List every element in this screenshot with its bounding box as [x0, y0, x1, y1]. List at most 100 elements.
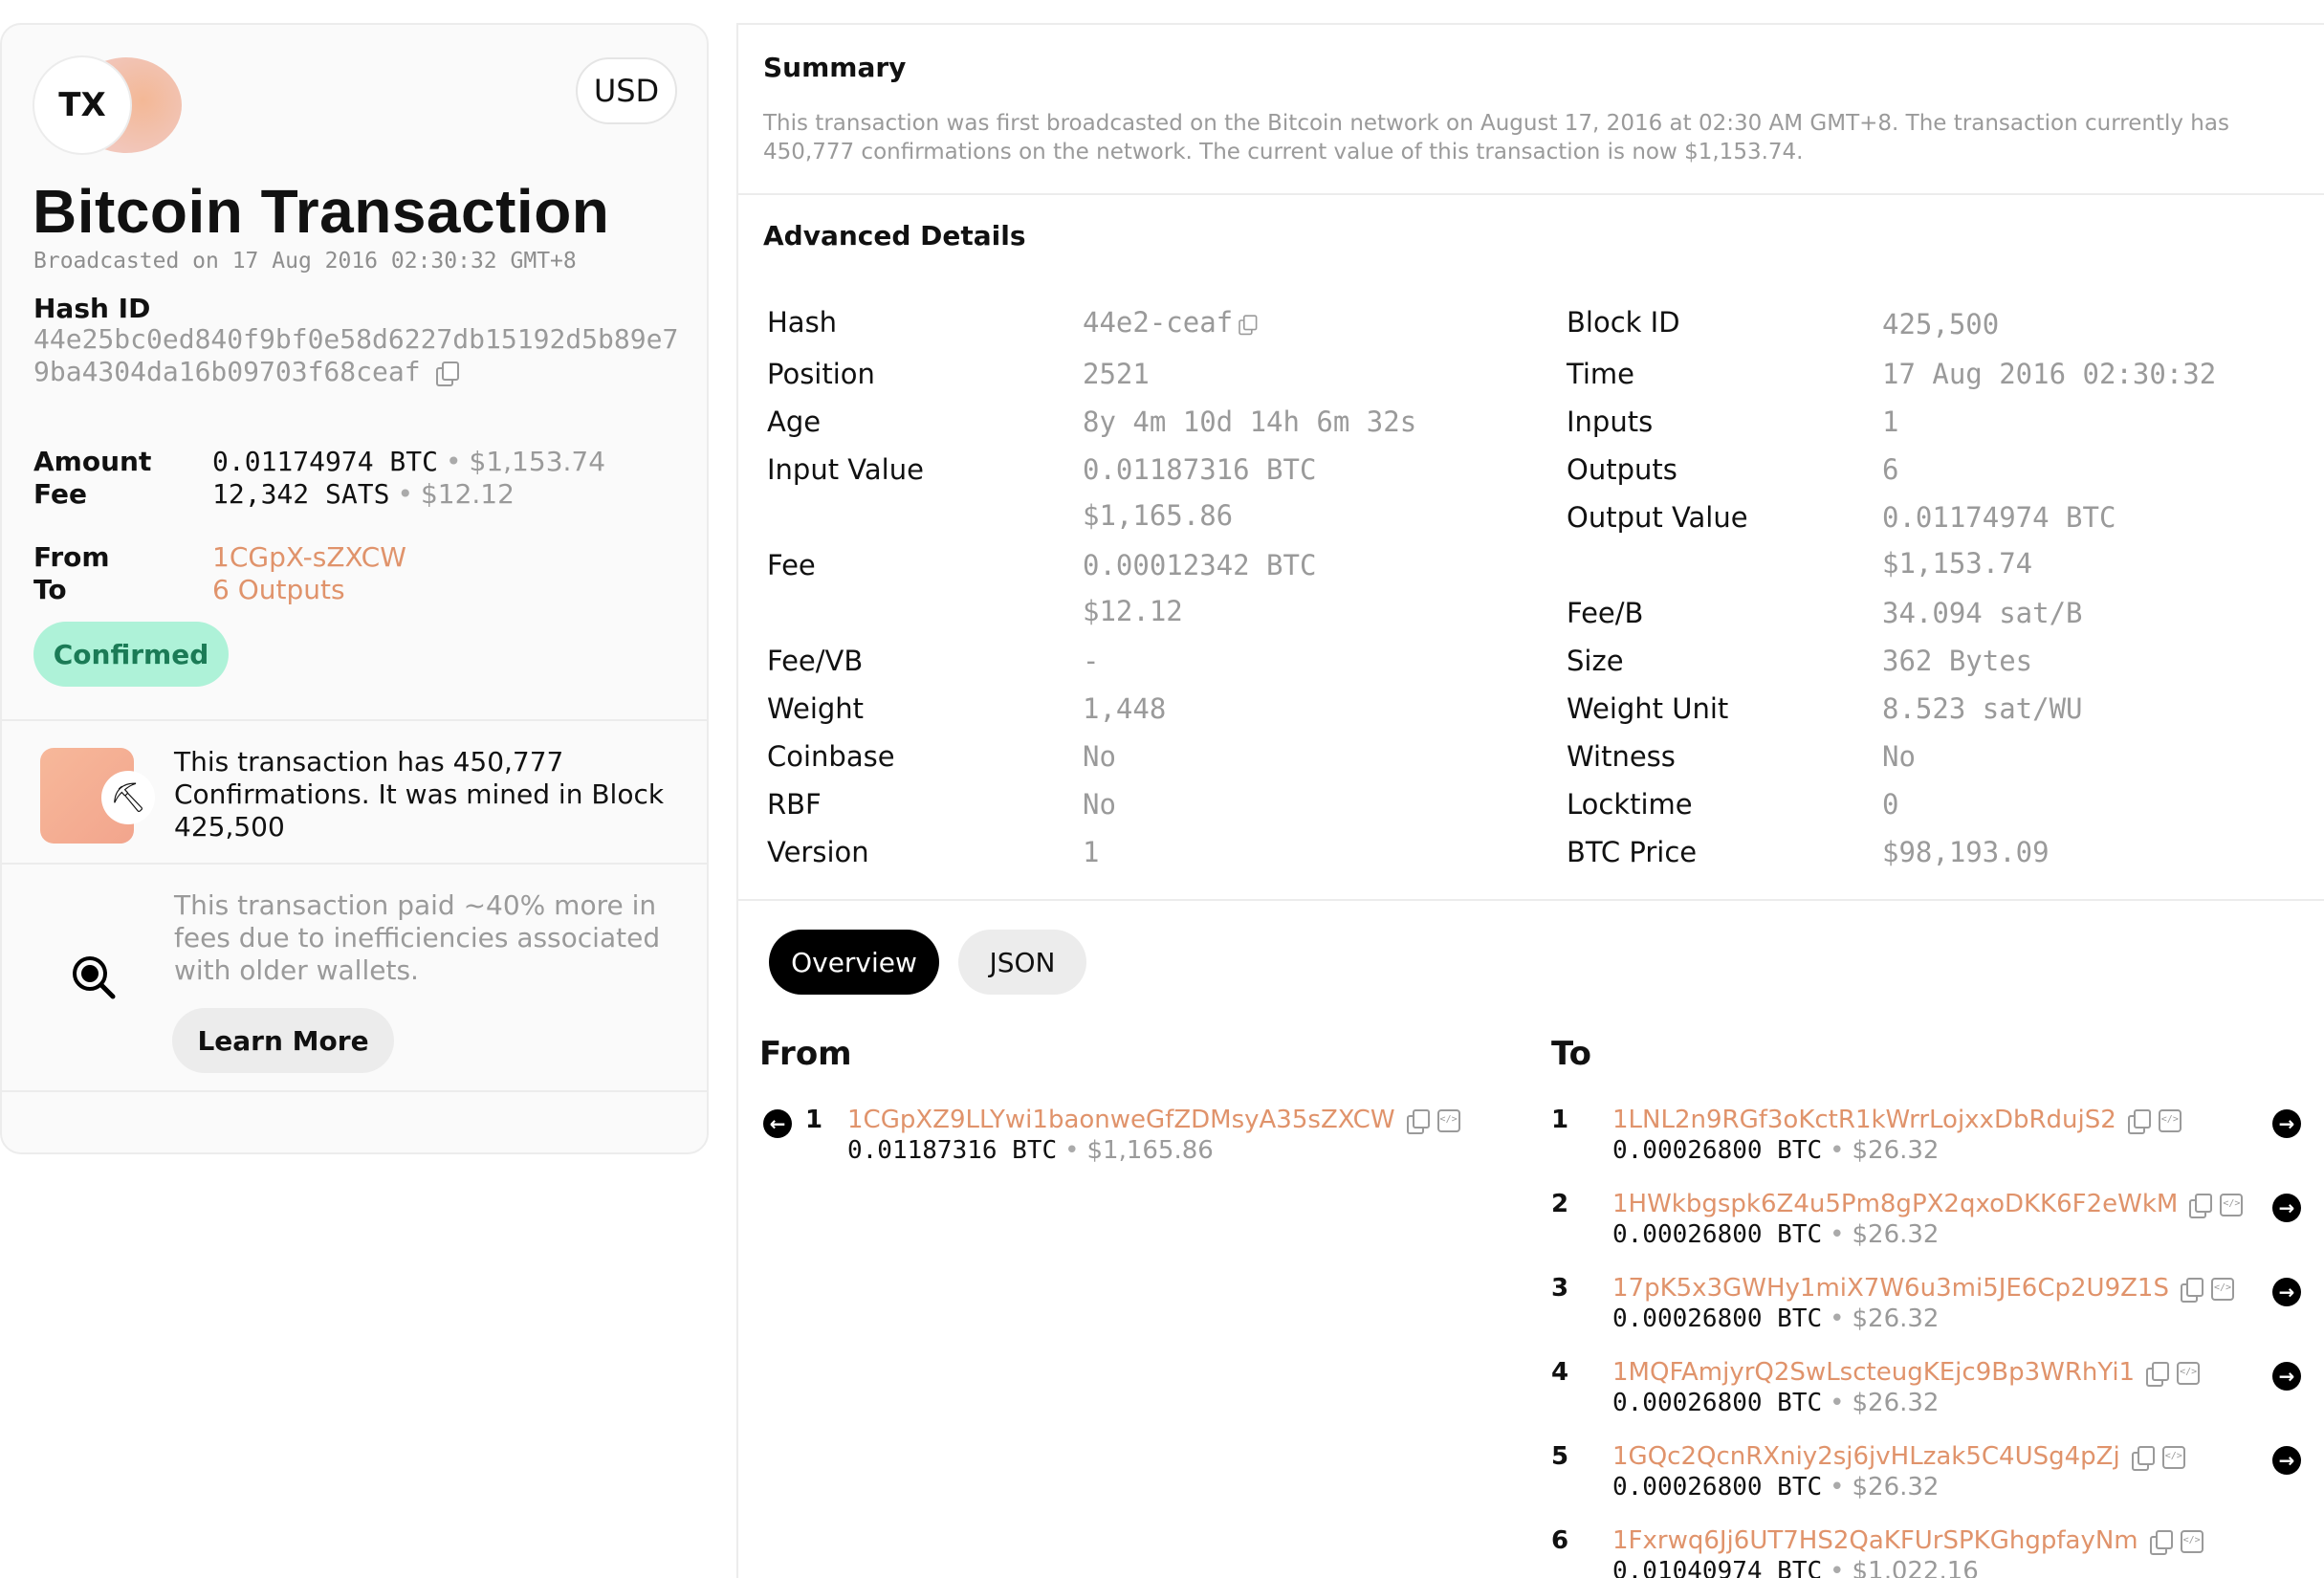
- status-badge: Confirmed: [33, 622, 229, 687]
- arrow-right-icon[interactable]: →: [2272, 1194, 2301, 1222]
- detail-label: Input Value: [767, 453, 924, 486]
- details-panel: Summary This transaction was first broad…: [736, 23, 2324, 1578]
- arrow-right-icon[interactable]: →: [2272, 1362, 2301, 1391]
- code-icon[interactable]: [2161, 1445, 2185, 1469]
- transaction-card: TX USD Bitcoin Transaction Broadcasted o…: [0, 23, 709, 1154]
- detail-value: $12.12: [1083, 595, 1183, 627]
- detail-value: -: [1083, 645, 1100, 677]
- output-address[interactable]: 1LNL2n9RGf3oKctR1kWrrLojxxDbRdujS2: [1612, 1106, 2181, 1134]
- output-address[interactable]: 1GQc2QcnRXniy2sj6jvHLzak5C4USg4pZj: [1612, 1442, 2185, 1471]
- output-usd: $26.32: [1852, 1220, 1940, 1249]
- hash-id-value[interactable]: 44e25bc0ed840f9bf0e58d6227db15192d5b89e7…: [33, 323, 693, 388]
- output-btc: 0.00026800 BTC: [1612, 1473, 1823, 1501]
- output-usd: $26.32: [1852, 1473, 1940, 1501]
- output-btc: 0.01040974 BTC: [1612, 1557, 1823, 1578]
- output-address-text: 1LNL2n9RGf3oKctR1kWrrLojxxDbRdujS2: [1612, 1106, 2116, 1134]
- output-btc: 0.00026800 BTC: [1612, 1304, 1823, 1333]
- input-btc: 0.01187316 BTC: [847, 1136, 1058, 1165]
- amount-btc: 0.01174974 BTC: [212, 446, 439, 477]
- arrow-right-icon[interactable]: →: [2272, 1446, 2301, 1475]
- fee-usd: $12.12: [420, 478, 515, 510]
- copy-icon[interactable]: [2127, 1108, 2151, 1134]
- amount-value: 0.01174974 BTC • $1,153.74: [212, 446, 606, 477]
- output-amount: 0.00026800 BTC • $26.32: [1612, 1304, 1940, 1333]
- arrow-right-icon[interactable]: →: [2272, 1109, 2301, 1138]
- pickaxe-icon: ⛏: [101, 771, 155, 824]
- copy-icon[interactable]: [2189, 1193, 2213, 1218]
- detail-label: Hash: [767, 306, 838, 339]
- detail-value: 17 Aug 2016 02:30:32: [1882, 358, 2217, 390]
- detail-label: Size: [1567, 645, 1624, 677]
- tab-json[interactable]: JSON: [958, 930, 1086, 995]
- detail-value: No: [1083, 740, 1116, 773]
- detail-value: 0: [1882, 788, 1899, 821]
- code-icon[interactable]: [2220, 1193, 2244, 1216]
- output-index: 2: [1551, 1190, 1569, 1218]
- hash-id-text: 44e25bc0ed840f9bf0e58d6227db15192d5b89e7…: [33, 323, 679, 387]
- to-link[interactable]: 6 Outputs: [212, 574, 345, 605]
- output-address[interactable]: 17pK5x3GWHy1miX7W6u3mi5JE6Cp2U9Z1S: [1612, 1274, 2234, 1303]
- detail-label: Locktime: [1567, 788, 1693, 821]
- detail-value: 6: [1882, 453, 1899, 486]
- detail-hash-text: 44e2-ceaf: [1083, 306, 1234, 339]
- code-icon[interactable]: [2210, 1277, 2234, 1301]
- from-link[interactable]: 1CGpX-sZXCW: [212, 541, 406, 573]
- hash-id-label: Hash ID: [33, 293, 151, 324]
- magnifier-icon: [73, 956, 116, 999]
- copy-icon[interactable]: [2149, 1529, 2173, 1555]
- summary-text: This transaction was first broadcasted o…: [763, 111, 2229, 164]
- currency-button[interactable]: USD: [576, 57, 677, 124]
- output-address[interactable]: 1HWkbgspk6Z4u5Pm8gPX2qxoDKK6F2eWkM: [1612, 1190, 2244, 1218]
- output-index: 4: [1551, 1358, 1569, 1387]
- arrow-left-icon[interactable]: ←: [763, 1109, 792, 1138]
- input-index: 1: [805, 1106, 823, 1134]
- detail-label: Block ID: [1567, 306, 1680, 339]
- output-index: 3: [1551, 1274, 1569, 1303]
- tab-overview[interactable]: Overview: [769, 930, 939, 995]
- to-label: To: [33, 574, 67, 605]
- detail-value: $1,165.86: [1083, 499, 1234, 532]
- copy-icon[interactable]: [2146, 1361, 2170, 1387]
- output-btc: 0.00026800 BTC: [1612, 1389, 1823, 1417]
- detail-value: 0.01187316 BTC: [1083, 453, 1317, 486]
- output-usd: $26.32: [1852, 1304, 1940, 1333]
- copy-icon[interactable]: [436, 362, 460, 386]
- fee-sats: 12,342 SATS: [212, 478, 390, 510]
- detail-label: Fee/VB: [767, 645, 864, 677]
- detail-value: $98,193.09: [1882, 836, 2050, 868]
- learn-more-button[interactable]: Learn More: [172, 1008, 394, 1073]
- input-usd: $1,165.86: [1086, 1136, 1214, 1165]
- output-address[interactable]: 1MQFAmjyrQ2SwLscteugKEjc9Bp3WRhYi1: [1612, 1358, 2201, 1387]
- code-icon[interactable]: [1436, 1108, 1460, 1132]
- output-btc: 0.00026800 BTC: [1612, 1136, 1823, 1165]
- output-usd: $26.32: [1852, 1136, 1940, 1165]
- detail-value: No: [1083, 788, 1116, 821]
- copy-icon[interactable]: [1239, 315, 1258, 336]
- detail-value: 2521: [1083, 358, 1150, 390]
- mined-info-text: This transaction has 450,777 Confirmatio…: [174, 746, 665, 843]
- detail-value: 1,448: [1083, 692, 1167, 725]
- detail-hash-value[interactable]: 44e2-ceaf: [1083, 306, 1258, 339]
- copy-icon[interactable]: [2131, 1445, 2155, 1471]
- output-usd: $26.32: [1852, 1389, 1940, 1417]
- copy-icon[interactable]: [2180, 1277, 2203, 1303]
- from-label: From: [33, 541, 110, 573]
- detail-value: 0.01174974 BTC: [1882, 501, 2116, 534]
- output-amount: 0.01040974 BTC • $1,022.16: [1612, 1557, 1979, 1578]
- output-btc: 0.00026800 BTC: [1612, 1220, 1823, 1249]
- output-address-text: 1MQFAmjyrQ2SwLscteugKEjc9Bp3WRhYi1: [1612, 1358, 2136, 1387]
- code-icon[interactable]: [2177, 1361, 2201, 1385]
- output-amount: 0.00026800 BTC • $26.32: [1612, 1136, 1940, 1165]
- amount-label: Amount: [33, 446, 152, 477]
- arrow-right-icon[interactable]: →: [2272, 1278, 2301, 1306]
- detail-value: 362 Bytes: [1882, 645, 2033, 677]
- copy-icon[interactable]: [1406, 1108, 1430, 1134]
- code-icon[interactable]: [2180, 1529, 2203, 1553]
- advanced-details-title: Advanced Details: [763, 220, 1026, 252]
- output-address[interactable]: 1Fxrwq6Jj6UT7HS2QaKFUrSPKGhgpfayNm: [1612, 1526, 2203, 1555]
- detail-value: 1: [1882, 405, 1899, 438]
- code-icon[interactable]: [2158, 1108, 2181, 1132]
- input-address[interactable]: 1CGpXZ9LLYwi1baonweGfZDMsyA35sZXCW: [847, 1106, 1460, 1134]
- output-usd: $1,022.16: [1852, 1557, 1979, 1578]
- block-id-link[interactable]: 425,500: [1882, 308, 1999, 340]
